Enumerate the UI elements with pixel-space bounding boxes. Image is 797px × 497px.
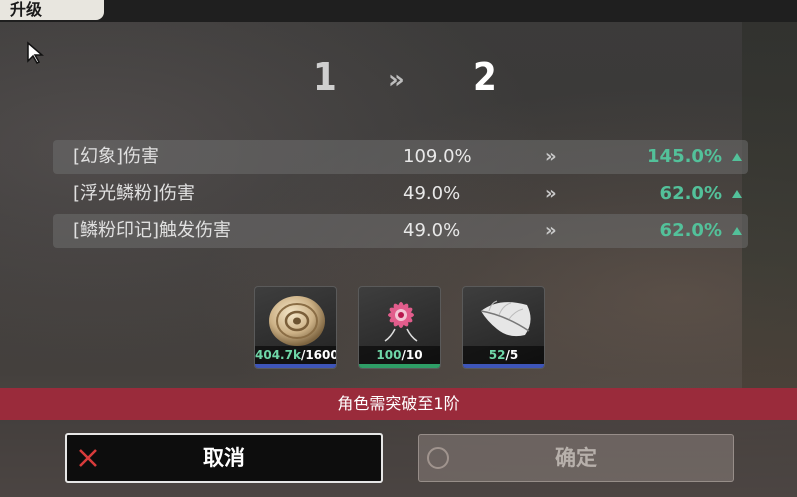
top-bar xyxy=(0,0,797,22)
level-change: 1 » 2 xyxy=(0,55,797,105)
material-slot-flower[interactable]: 100/10 xyxy=(358,286,441,369)
requirement-warning: 角色需突破至1阶 xyxy=(0,388,797,420)
stat-row: [鳞粉印记]触发伤害 49.0% » 62.0% xyxy=(53,214,748,248)
double-chevron-icon: » xyxy=(545,146,557,167)
confirm-button-label: 确定 xyxy=(555,446,597,470)
rarity-bar xyxy=(359,364,440,368)
material-slot-coin[interactable]: 404.7k/1600 xyxy=(254,286,337,369)
close-icon xyxy=(79,449,97,467)
up-arrow-icon xyxy=(732,153,742,161)
material-count: 100/10 xyxy=(359,346,440,364)
stat-new-value: 62.0% xyxy=(659,220,722,241)
confirm-button[interactable]: 确定 xyxy=(418,434,734,482)
double-chevron-icon: » xyxy=(545,183,557,204)
double-chevron-icon: » xyxy=(545,220,557,241)
stat-list: [幻象]伤害 109.0% » 145.0% [浮光鳞粉]伤害 49.0% » … xyxy=(53,140,748,251)
up-arrow-icon xyxy=(732,227,742,235)
level-arrow-icon: » xyxy=(388,65,405,95)
level-to: 2 xyxy=(473,55,497,99)
stat-old-value: 49.0% xyxy=(403,183,461,204)
circle-icon xyxy=(427,447,449,469)
stat-row: [幻象]伤害 109.0% » 145.0% xyxy=(53,140,748,174)
rarity-bar xyxy=(255,364,336,368)
material-count: 404.7k/1600 xyxy=(255,346,337,364)
stat-name: [浮光鳞粉]伤害 xyxy=(73,183,196,204)
stat-old-value: 109.0% xyxy=(403,146,472,167)
stat-new-value: 62.0% xyxy=(659,183,722,204)
cancel-button-label: 取消 xyxy=(203,446,245,470)
stat-new-value: 145.0% xyxy=(647,146,722,167)
up-arrow-icon xyxy=(732,190,742,198)
feather-icon xyxy=(480,300,531,337)
stat-name: [幻象]伤害 xyxy=(73,146,160,167)
material-slot-feather[interactable]: 52/5 xyxy=(462,286,545,369)
flower-icon xyxy=(384,302,418,342)
page-title: 升级 xyxy=(0,0,104,20)
cancel-button[interactable]: 取消 xyxy=(65,433,383,483)
stat-name: [鳞粉印记]触发伤害 xyxy=(73,220,232,241)
coin-icon xyxy=(269,296,325,346)
material-list: 404.7k/1600 100/10 52/5 xyxy=(254,286,554,370)
stat-old-value: 49.0% xyxy=(403,220,461,241)
rarity-bar xyxy=(463,364,544,368)
stat-row: [浮光鳞粉]伤害 49.0% » 62.0% xyxy=(53,177,748,211)
material-count: 52/5 xyxy=(463,346,544,364)
level-from: 1 xyxy=(313,55,337,99)
